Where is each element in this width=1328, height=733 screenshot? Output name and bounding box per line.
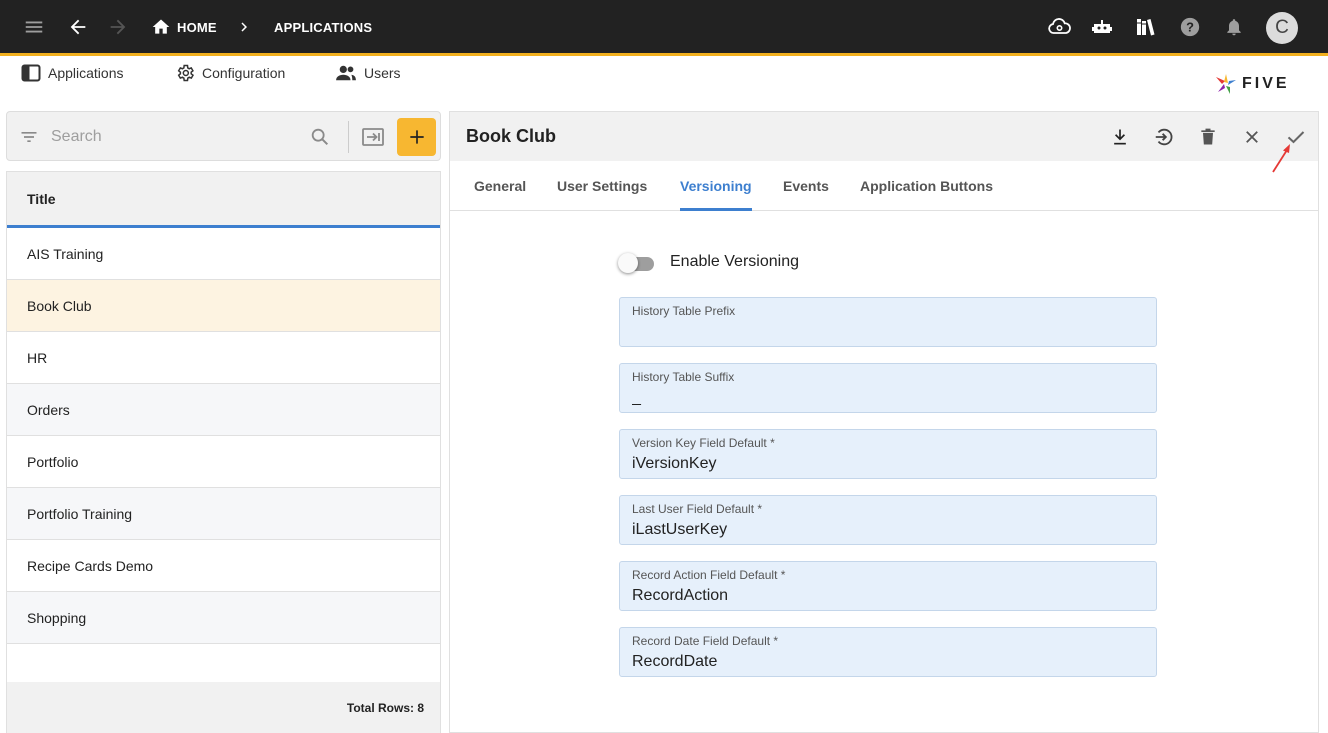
tab-events[interactable]: Events xyxy=(783,178,829,194)
delete-button[interactable] xyxy=(1195,124,1221,150)
history-table-suffix-input[interactable] xyxy=(632,388,1142,408)
close-icon xyxy=(1246,131,1258,143)
field-label: History Table Suffix xyxy=(632,370,735,384)
list-footer: Total Rows: 8 xyxy=(7,682,440,733)
home-icon[interactable] xyxy=(148,14,174,40)
history-table-prefix-field[interactable]: History Table Prefix xyxy=(619,297,1157,347)
history-table-prefix-input[interactable] xyxy=(632,322,1142,342)
record-date-field-default-field[interactable]: Record Date Field Default * xyxy=(619,627,1157,677)
help-icon[interactable]: ? xyxy=(1177,14,1203,40)
list-item[interactable]: HR xyxy=(7,332,440,384)
version-key-field-default-field[interactable]: Version Key Field Default * xyxy=(619,429,1157,479)
column-title: Title xyxy=(27,191,56,207)
download-icon xyxy=(1114,129,1126,145)
list-item[interactable]: AIS Training xyxy=(7,228,440,280)
active-tab-indicator xyxy=(680,208,752,211)
toggle-knob xyxy=(618,253,638,273)
app-bar-accent-line xyxy=(0,53,1328,56)
menu-item-configuration[interactable]: Configuration xyxy=(175,63,285,83)
last-user-field-default-input[interactable] xyxy=(632,520,1142,540)
search-icon[interactable] xyxy=(309,126,331,153)
download-button[interactable] xyxy=(1107,124,1133,150)
search-input[interactable] xyxy=(51,126,291,148)
last-user-field-default-field[interactable]: Last User Field Default * xyxy=(619,495,1157,545)
filter-icon[interactable] xyxy=(19,127,39,152)
list-rows: AIS Training Book Club HR Orders Portfol… xyxy=(7,228,440,644)
app-bar: HOME APPLICATIONS ? C xyxy=(0,0,1328,53)
total-rows-count: Total Rows: 8 xyxy=(346,701,424,715)
five-logo: FIVE xyxy=(1214,70,1304,98)
list-item[interactable]: Shopping xyxy=(7,592,440,644)
list-item-selected[interactable]: Book Club xyxy=(7,280,440,332)
users-icon xyxy=(336,65,356,81)
plus-icon xyxy=(409,130,424,144)
arrow-circle-right-icon xyxy=(1155,128,1173,146)
list-item[interactable]: Orders xyxy=(7,384,440,436)
add-record-button[interactable] xyxy=(397,118,436,156)
five-logo-mark-icon xyxy=(1216,74,1236,94)
user-avatar[interactable]: C xyxy=(1266,12,1298,44)
version-key-field-default-input[interactable] xyxy=(632,454,1142,474)
menu-item-applications[interactable]: Applications xyxy=(21,63,124,83)
tab-user-settings[interactable]: User Settings xyxy=(557,178,647,194)
field-label: Version Key Field Default * xyxy=(632,436,775,450)
cancel-button[interactable] xyxy=(1239,124,1265,150)
deploy-button[interactable] xyxy=(1151,124,1177,150)
notifications-bell-icon[interactable] xyxy=(1221,14,1247,40)
applications-list: Title AIS Training Book Club HR Orders P… xyxy=(6,171,441,733)
record-action-field-default-field[interactable]: Record Action Field Default * xyxy=(619,561,1157,611)
field-label: History Table Prefix xyxy=(632,304,736,318)
toolbar-divider xyxy=(348,121,349,153)
list-column-header[interactable]: Title xyxy=(7,172,440,228)
list-item[interactable]: Recipe Cards Demo xyxy=(7,540,440,592)
configuration-icon xyxy=(177,64,194,82)
form-tabs: General User Settings Versioning Events … xyxy=(450,161,1318,211)
tab-general[interactable]: General xyxy=(474,178,526,194)
cloud-settings-icon[interactable] xyxy=(1046,14,1072,40)
back-arrow-icon[interactable] xyxy=(65,14,91,40)
menu-item-label: Users xyxy=(364,65,401,81)
application-detail-form: Book Club General User Settings Versioni… xyxy=(449,111,1319,733)
svg-text:?: ? xyxy=(1186,20,1194,35)
hamburger-menu-icon[interactable] xyxy=(21,14,47,40)
list-toolbar xyxy=(6,111,441,161)
applications-icon xyxy=(21,64,41,82)
tab-application-buttons[interactable]: Application Buttons xyxy=(860,178,993,194)
library-icon[interactable] xyxy=(1133,14,1159,40)
field-label: Last User Field Default * xyxy=(632,502,763,516)
import-icon[interactable] xyxy=(361,126,385,153)
list-item[interactable]: Portfolio Training xyxy=(7,488,440,540)
menu-item-label: Applications xyxy=(48,65,124,81)
logo-text: FIVE xyxy=(1242,75,1290,92)
trash-icon xyxy=(1201,128,1215,145)
tab-versioning[interactable]: Versioning xyxy=(680,178,752,194)
list-item[interactable]: Portfolio xyxy=(7,436,440,488)
form-header: Book Club xyxy=(450,112,1318,173)
chatbot-icon[interactable] xyxy=(1089,14,1115,40)
form-title: Book Club xyxy=(466,126,556,146)
toggle-label: Enable Versioning xyxy=(670,253,799,270)
menu-item-label: Configuration xyxy=(202,65,286,81)
forward-arrow-icon[interactable] xyxy=(105,14,131,40)
history-table-suffix-field[interactable]: History Table Suffix xyxy=(619,363,1157,413)
field-label: Record Action Field Default * xyxy=(632,568,786,582)
chevron-right-icon xyxy=(231,14,257,40)
menu-item-users[interactable]: Users xyxy=(335,63,401,83)
record-date-field-default-input[interactable] xyxy=(632,652,1142,672)
record-action-field-default-input[interactable] xyxy=(632,586,1142,606)
breadcrumb-applications[interactable]: APPLICATIONS xyxy=(274,20,372,35)
breadcrumb-home[interactable]: HOME xyxy=(177,20,217,35)
field-label: Record Date Field Default * xyxy=(632,634,779,648)
